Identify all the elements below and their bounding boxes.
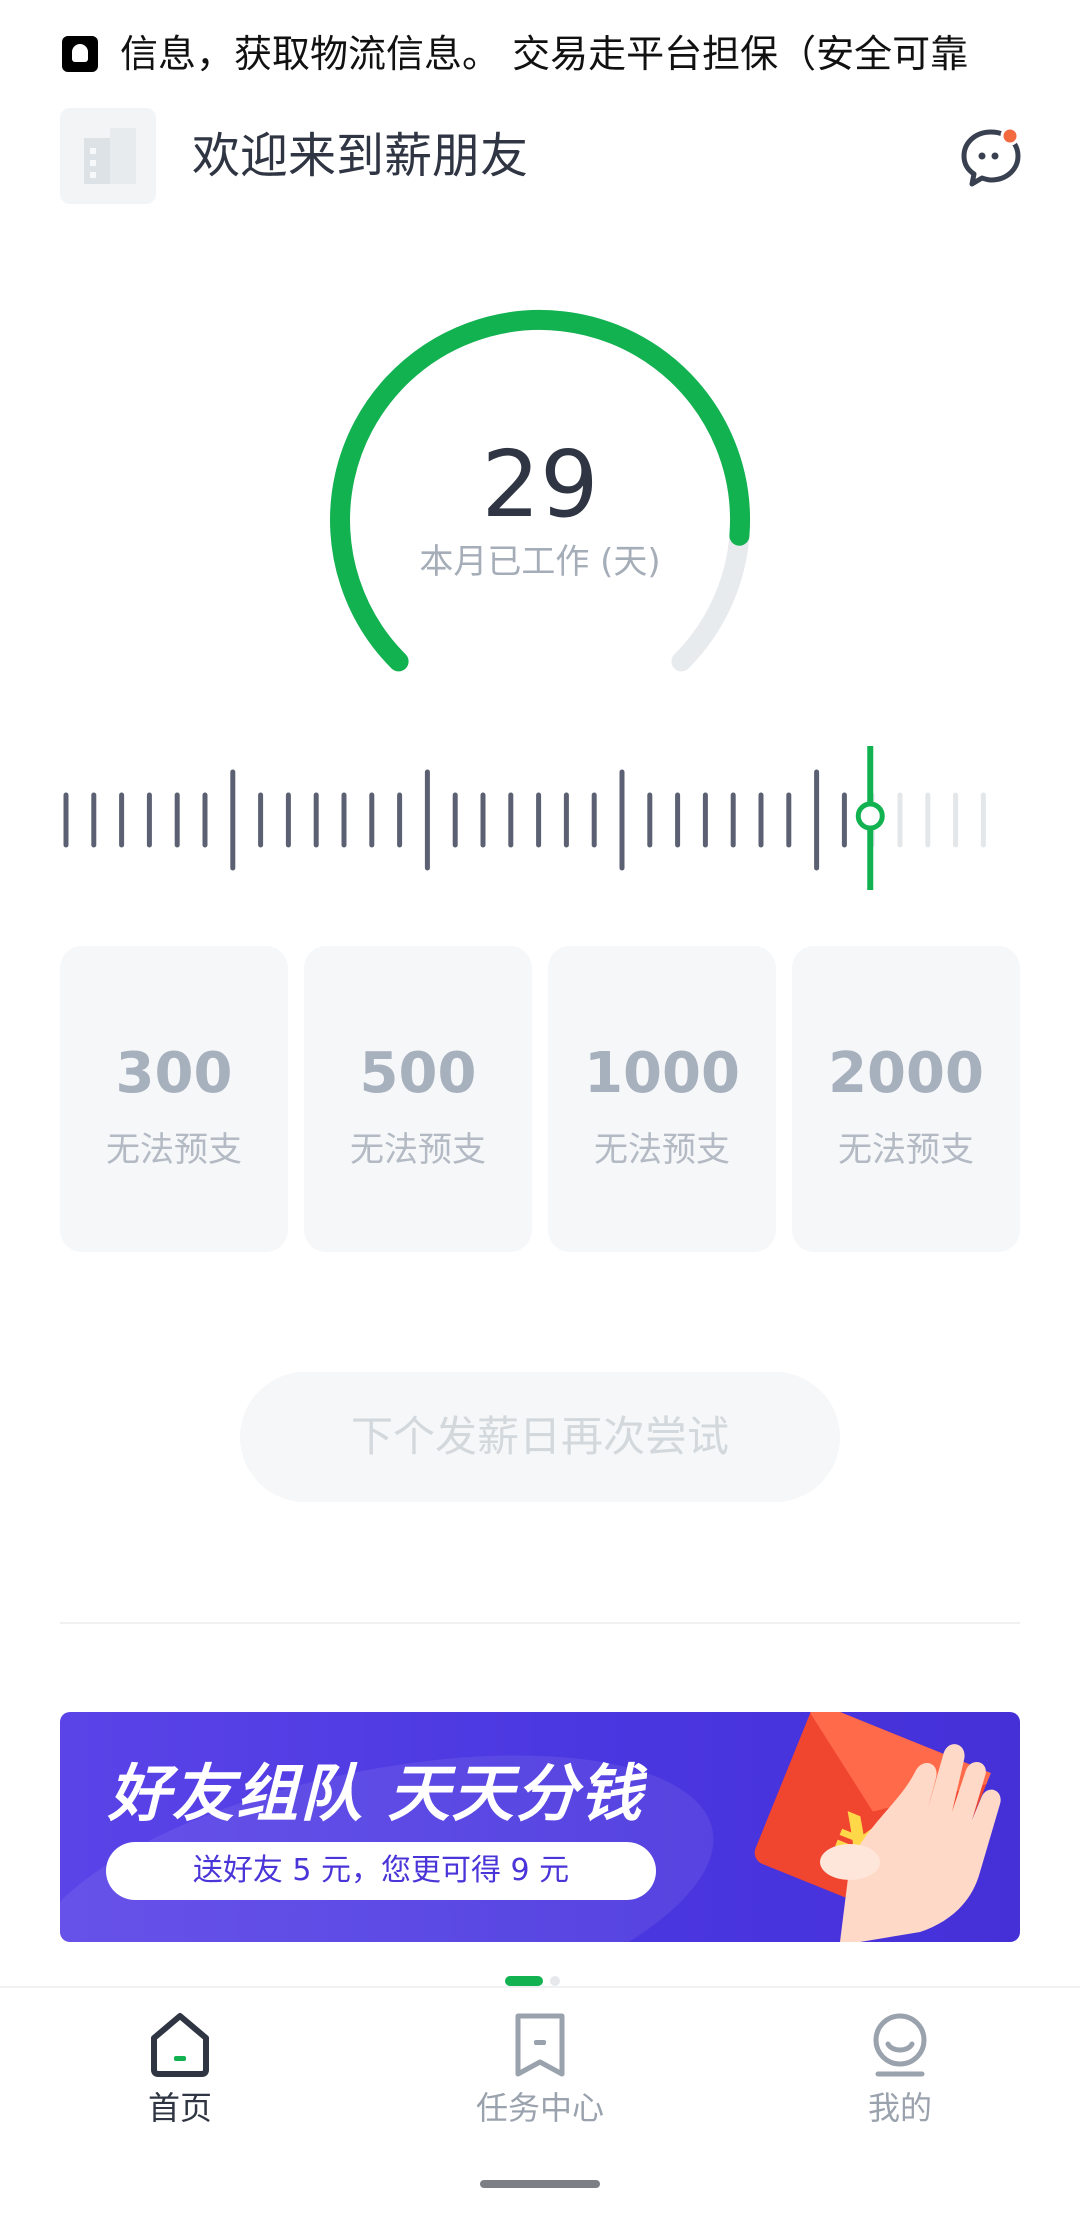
retry-next-payday-button[interactable]: 下个发薪日再次尝试 <box>240 1372 840 1502</box>
advance-status: 无法预支 <box>350 1130 486 1170</box>
notification-text: 信息，获取物流信息。 交易走平台担保（安全可靠 <box>120 32 969 76</box>
qq-penguin-icon <box>62 36 98 72</box>
red-envelope-icon: ¥ <box>754 1712 1001 1942</box>
advance-option-2000[interactable]: 2000 无法预支 <box>792 946 1020 1252</box>
person-icon <box>873 2013 927 2077</box>
advance-amount: 2000 <box>828 1041 984 1106</box>
message-button[interactable] <box>958 124 1024 190</box>
tab-task-center[interactable]: 任务中心 <box>360 1988 720 2148</box>
tab-mine-label: 我的 <box>867 2089 932 2127</box>
tab-home-label: 首页 <box>147 2089 212 2127</box>
current-day-knob <box>855 801 885 831</box>
advance-amount: 500 <box>359 1041 477 1106</box>
unread-badge <box>1000 126 1020 146</box>
advance-status: 无法预支 <box>106 1130 242 1170</box>
bottom-navigation: 首页 任务中心 我的 <box>0 1986 1080 2234</box>
status-bar: 信息，获取物流信息。 交易走平台担保（安全可靠 <box>0 0 1080 110</box>
invite-friends-banner[interactable]: 好友组队 天天分钱 送好友 5 元，您更可得 9 元 ¥ <box>60 1712 1020 1942</box>
advance-amount: 1000 <box>584 1041 740 1106</box>
tab-mine[interactable]: 我的 <box>720 1988 1080 2148</box>
home-icon <box>151 2013 209 2077</box>
advance-option-500[interactable]: 500 无法预支 <box>304 946 532 1252</box>
pager-dot <box>550 1976 560 1986</box>
worked-days-caption: 本月已工作 (天) <box>419 542 661 582</box>
pager-dot-active <box>505 1976 543 1986</box>
advance-option-300[interactable]: 300 无法预支 <box>60 946 288 1252</box>
advance-status: 无法预支 <box>594 1130 730 1170</box>
chat-bubble-icon <box>961 126 1021 187</box>
advance-amount: 300 <box>115 1041 233 1106</box>
advance-status: 无法预支 <box>838 1130 974 1170</box>
home-indicator <box>480 2180 600 2188</box>
banner-pager <box>505 1976 560 1986</box>
building-icon <box>84 128 136 184</box>
bookmark-icon <box>515 2013 565 2077</box>
banner-subline: 送好友 5 元，您更可得 9 元 <box>106 1842 656 1900</box>
company-logo[interactable] <box>60 108 156 204</box>
advance-option-1000[interactable]: 1000 无法预支 <box>548 946 776 1252</box>
worked-days-value: 29 <box>481 431 599 538</box>
section-divider <box>60 1622 1020 1624</box>
day-ruler <box>63 746 986 890</box>
tab-home[interactable]: 首页 <box>0 1988 360 2148</box>
page-title: 欢迎来到薪朋友 <box>192 128 529 184</box>
banner-headline: 好友组队 天天分钱 <box>108 1757 644 1830</box>
tab-task-center-label: 任务中心 <box>475 2089 604 2127</box>
